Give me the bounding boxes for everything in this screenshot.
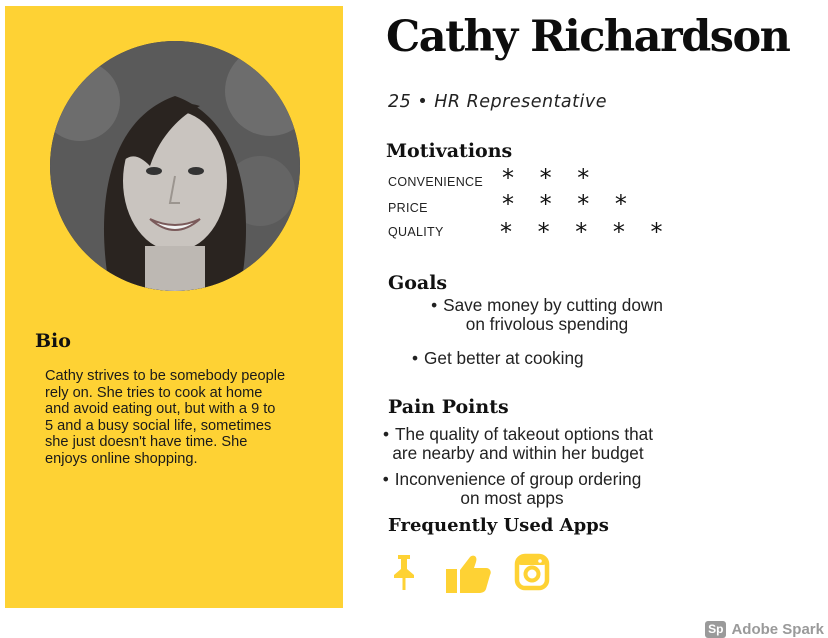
persona-name: Cathy Richardson (386, 12, 791, 62)
adobe-spark-logo-icon: Sp (705, 621, 727, 638)
bullet-dot: • (431, 295, 438, 315)
motivation-label-quality: QUALITY (388, 225, 444, 239)
goal-item: • Save money by cutting down on frivolous… (412, 296, 682, 333)
bio-heading: Bio (35, 330, 71, 352)
pain-point-item: • Inconvenience of group ordering on most… (366, 470, 658, 507)
pain-point-text-line2: on most apps (460, 487, 564, 508)
bullet-dot: • (412, 348, 419, 368)
bio-line: rely on. She tries to cook at home (45, 384, 263, 401)
pain-point-item: • The quality of takeout options that are… (362, 425, 674, 462)
motivation-label-price: PRICE (388, 201, 428, 215)
pain-points-heading: Pain Points (388, 396, 509, 418)
bio-line: and avoid eating out, but with a 9 to (45, 401, 276, 417)
goal-text-line1: Save money by cutting down (443, 295, 663, 315)
instagram-icon[interactable] (514, 553, 550, 596)
motivations-heading: Motivations (386, 140, 513, 162)
profile-photo (50, 41, 300, 291)
pin-icon[interactable] (390, 553, 418, 596)
persona-subtitle: 25 • HR Representative (388, 92, 608, 112)
bullet-dot: • (382, 424, 390, 444)
pain-point-text-line1: Inconvenience of group ordering (394, 469, 642, 489)
profile-photo-image (50, 41, 300, 291)
bio-line: enjoys online shopping. (45, 450, 198, 467)
watermark-text: Adobe Spark (731, 621, 824, 638)
bio-line: 5 and a busy social life, sometimes (45, 417, 272, 434)
goals-heading: Goals (388, 272, 448, 294)
thumbs-up-icon[interactable] (446, 553, 492, 598)
bio-text: Cathy strives to be somebody people rely… (45, 368, 320, 467)
quality-rating: * * * * * (500, 218, 672, 246)
bio-line: Cathy strives to be somebody people (45, 368, 286, 384)
goal-text-line1: Get better at cooking (424, 348, 584, 368)
adobe-spark-watermark[interactable]: Sp Adobe Spark (705, 621, 824, 638)
apps-heading: Frequently Used Apps (388, 515, 609, 536)
convenience-rating: * * * (502, 164, 599, 192)
bio-panel (5, 6, 343, 608)
goal-item: • Get better at cooking (412, 349, 612, 368)
goal-text-line2: on frivolous spending (465, 313, 629, 334)
pain-point-text-line2: are nearby and within her budget (392, 442, 644, 463)
bio-line: she just doesn't have time. She (45, 434, 248, 450)
price-rating: * * * * (502, 190, 636, 218)
motivation-label-convenience: CONVENIENCE (388, 175, 483, 189)
pain-point-text-line1: The quality of takeout options that (395, 424, 653, 444)
bullet-dot: • (382, 469, 389, 489)
